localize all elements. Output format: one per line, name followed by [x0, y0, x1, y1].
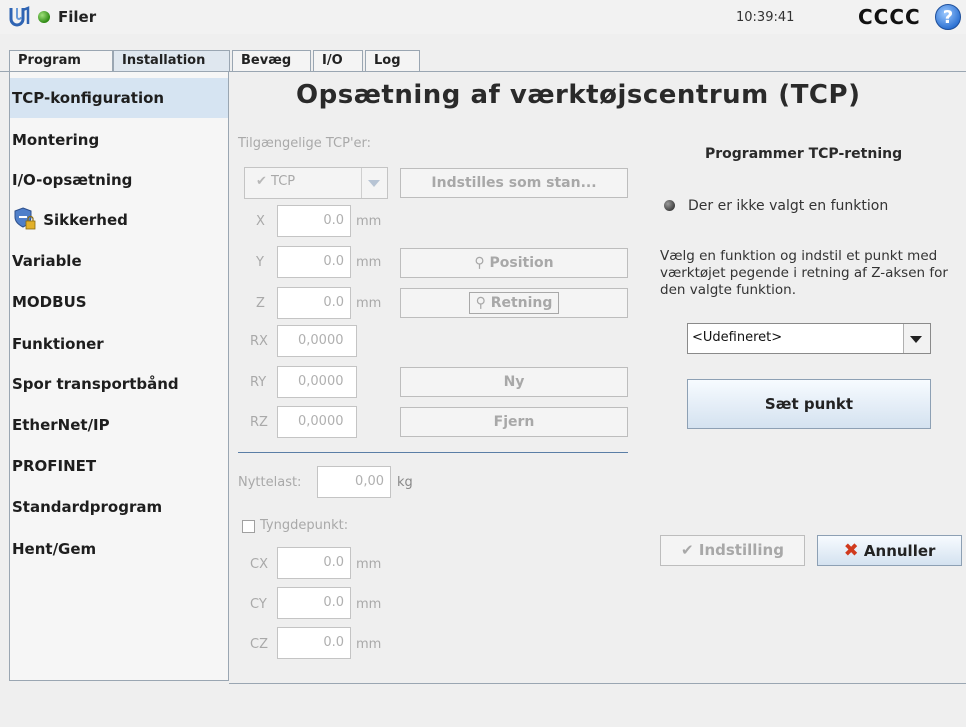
- tab-log[interactable]: Log: [365, 50, 420, 72]
- top-bar: [0, 0, 966, 34]
- cancel-button[interactable]: ✖ Annuller: [817, 535, 962, 566]
- available-tcps-label: Tilgængelige TCP'er:: [238, 136, 372, 151]
- close-icon: ✖: [843, 540, 859, 561]
- sidebar-item-conveyor[interactable]: Spor transportbånd: [10, 364, 228, 404]
- cy-field[interactable]: 0.0: [277, 587, 351, 619]
- wrench-icon: ⚲: [474, 255, 485, 271]
- ur-logo-icon: [8, 6, 30, 28]
- cz-unit: mm: [356, 637, 382, 652]
- ry-field[interactable]: 0,0000: [277, 366, 357, 398]
- set-point-button[interactable]: Sæt punkt: [687, 379, 931, 429]
- robot-name: CCCC: [858, 5, 921, 29]
- status-icon: [38, 11, 50, 23]
- x-label: X: [256, 214, 265, 229]
- direction-button-inner: ⚲ Retning: [468, 292, 560, 314]
- cancel-button-label: Annuller: [863, 542, 936, 560]
- cx-unit: mm: [356, 557, 382, 572]
- tab-move[interactable]: Bevæg: [232, 50, 311, 72]
- chevron-down-icon: [910, 336, 922, 343]
- settings-button[interactable]: ✔ Indstilling: [660, 535, 805, 566]
- direction-button[interactable]: ⚲ Retning: [400, 288, 628, 318]
- separator: [238, 452, 628, 453]
- position-button-label: Position: [489, 255, 554, 271]
- clock: 10:39:41: [736, 10, 795, 25]
- rx-label: RX: [250, 334, 268, 349]
- sidebar-item-features[interactable]: Funktioner: [10, 324, 228, 364]
- z-field[interactable]: 0.0: [277, 287, 351, 319]
- tab-program[interactable]: Program: [9, 50, 113, 72]
- y-label: Y: [256, 255, 264, 270]
- help-icon[interactable]: ?: [935, 4, 961, 30]
- cy-label: CY: [250, 597, 267, 612]
- settings-button-label: Indstilling: [698, 541, 784, 559]
- rz-label: RZ: [250, 415, 268, 430]
- sidebar-item-safety[interactable]: Sikkerhed: [10, 200, 228, 240]
- tcp-select-value: ✔ TCP: [256, 174, 295, 189]
- sidebar-item-tcp[interactable]: TCP-konfiguration: [10, 78, 228, 118]
- sidebar-item-ethernet-ip[interactable]: EtherNet/IP: [10, 405, 228, 445]
- feature-select-value: <Udefineret>: [692, 330, 783, 345]
- remove-button[interactable]: Fjern: [400, 407, 628, 437]
- sidebar-item-load-save[interactable]: Hent/Gem: [10, 529, 228, 569]
- sidebar-item-io-setup[interactable]: I/O-opsætning: [10, 160, 228, 200]
- cx-field[interactable]: 0.0: [277, 547, 351, 579]
- program-tcp-direction-title: Programmer TCP-retning: [705, 146, 903, 162]
- sidebar-item-modbus[interactable]: MODBUS: [10, 282, 228, 322]
- shield-lock-icon: [12, 206, 38, 232]
- position-button[interactable]: ⚲ Position: [400, 248, 628, 278]
- wrench-icon: ⚲: [475, 295, 486, 311]
- set-default-button[interactable]: Indstilles som stan...: [400, 168, 628, 198]
- cz-field[interactable]: 0.0: [277, 627, 351, 659]
- instructions-text: Vælg en funktion og indstil et punkt med…: [660, 248, 948, 298]
- y-field[interactable]: 0.0: [277, 246, 351, 278]
- tab-installation[interactable]: Installation: [113, 50, 230, 72]
- y-unit: mm: [356, 255, 382, 270]
- z-unit: mm: [356, 296, 382, 311]
- cz-label: CZ: [250, 637, 268, 652]
- sidebar-item-variables[interactable]: Variable: [10, 241, 228, 281]
- cog-label: Tyngdepunkt:: [260, 518, 349, 533]
- cy-unit: mm: [356, 597, 382, 612]
- x-field[interactable]: 0.0: [277, 205, 351, 237]
- new-button[interactable]: Ny: [400, 367, 628, 397]
- feature-status: Der er ikke valgt en funktion: [688, 198, 889, 214]
- sidebar-item-mounting[interactable]: Montering: [10, 120, 228, 160]
- payload-label: Nyttelast:: [238, 475, 302, 490]
- x-unit: mm: [356, 214, 382, 229]
- check-icon: ✔: [256, 174, 267, 189]
- direction-button-label: Retning: [490, 295, 553, 311]
- chevron-down-icon: [368, 180, 380, 187]
- ry-label: RY: [250, 375, 267, 390]
- check-icon: ✔: [681, 541, 694, 559]
- app-title[interactable]: Filer: [58, 8, 96, 26]
- sidebar-item-label: Sikkerhed: [43, 211, 128, 229]
- page-title: Opsætning af værktøjscentrum (TCP): [296, 80, 861, 110]
- rz-field[interactable]: 0,0000: [277, 406, 357, 438]
- cog-checkbox[interactable]: [242, 520, 255, 533]
- cx-label: CX: [250, 557, 268, 572]
- sidebar-item-default-program[interactable]: Standardprogram: [10, 487, 228, 527]
- sidebar-item-profinet[interactable]: PROFINET: [10, 446, 228, 486]
- tcp-select-label: TCP: [271, 174, 296, 189]
- payload-unit: kg: [397, 475, 413, 490]
- z-label: Z: [256, 296, 265, 311]
- payload-field[interactable]: 0,00: [317, 466, 391, 498]
- tab-io[interactable]: I/O: [313, 50, 363, 72]
- status-dot-icon: [664, 200, 675, 211]
- rx-field[interactable]: 0,0000: [277, 325, 357, 357]
